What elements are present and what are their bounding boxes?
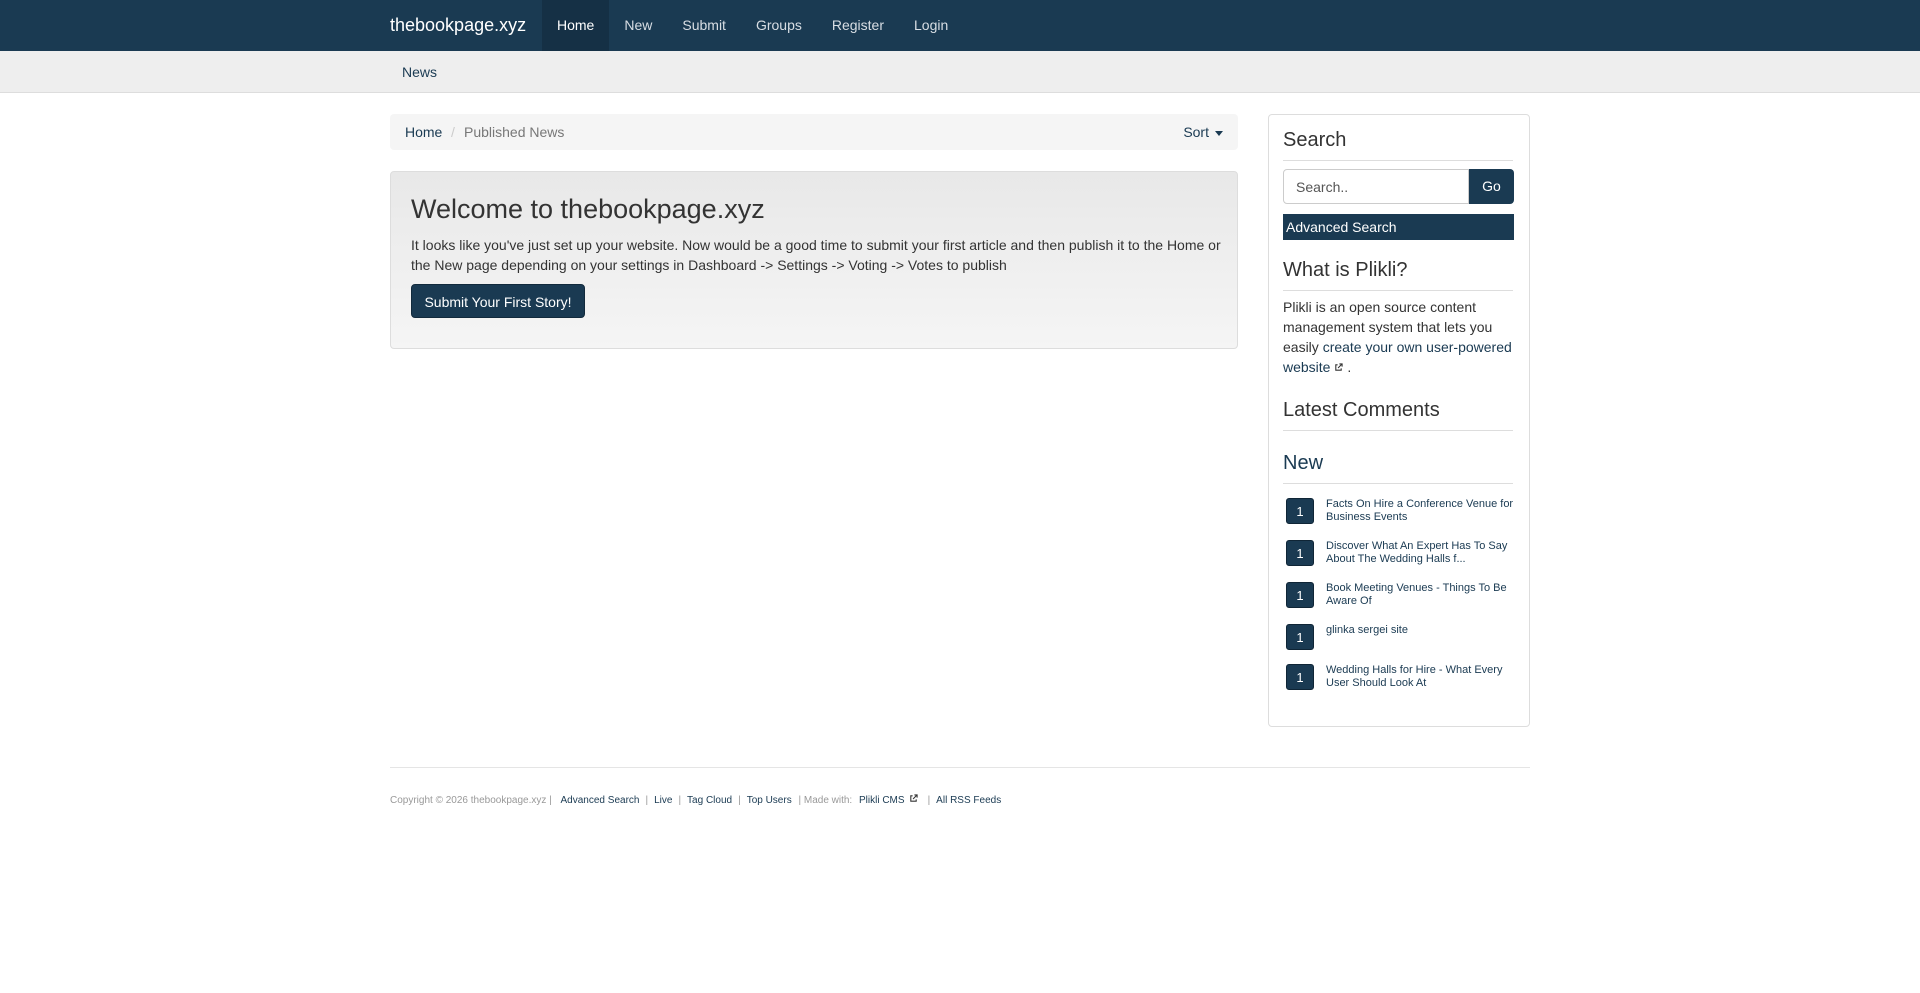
footer-top-users-link[interactable]: Top Users: [747, 795, 792, 806]
story-link[interactable]: Wedding Halls for Hire - What Every User…: [1326, 664, 1518, 690]
new-stories-list: 1 Facts On Hire a Conference Venue for B…: [1286, 498, 1516, 706]
sort-dropdown[interactable]: Sort: [1183, 114, 1223, 150]
footer-live-link[interactable]: Live: [654, 795, 672, 806]
footer-advanced-search-link[interactable]: Advanced Search: [561, 795, 640, 806]
footer: Copyright © 2026 thebookpage.xyz | Advan…: [390, 794, 1001, 806]
footer-copyright: Copyright © 2026 thebookpage.xyz |: [390, 795, 552, 806]
search-input[interactable]: [1283, 169, 1469, 204]
footer-divider: [390, 767, 1530, 768]
search-go-button[interactable]: Go: [1469, 169, 1514, 204]
breadcrumb-current: Published News: [464, 124, 565, 140]
top-navbar: thebookpage.xyz Home New Submit Groups R…: [0, 0, 1920, 51]
story-link[interactable]: Facts On Hire a Conference Venue for Bus…: [1326, 498, 1518, 524]
welcome-title: Welcome to thebookpage.xyz: [411, 194, 765, 224]
list-item: 1 Wedding Halls for Hire - What Every Us…: [1286, 664, 1516, 706]
list-item: 1 glinka sergei site: [1286, 624, 1516, 664]
footer-made-with: | Made with:: [798, 795, 853, 806]
vote-count-badge[interactable]: 1: [1286, 498, 1314, 524]
breadcrumb-separator: /: [451, 124, 455, 140]
vote-count-badge[interactable]: 1: [1286, 582, 1314, 608]
list-item: 1 Discover What An Expert Has To Say Abo…: [1286, 540, 1516, 582]
list-item: 1 Facts On Hire a Conference Venue for B…: [1286, 498, 1516, 540]
footer-plikli-cms-link[interactable]: Plikli CMS: [859, 795, 905, 806]
about-heading: What is Plikli?: [1283, 259, 1513, 291]
footer-rss-link[interactable]: All RSS Feeds: [936, 795, 1001, 806]
new-heading[interactable]: New: [1283, 452, 1513, 484]
submit-first-story-button[interactable]: Submit Your First Story!: [411, 284, 585, 318]
about-text: Plikli is an open source content managem…: [1283, 297, 1515, 377]
advanced-search-link[interactable]: Advanced Search: [1283, 214, 1514, 240]
story-link[interactable]: glinka sergei site: [1326, 624, 1518, 637]
nav-new[interactable]: New: [609, 0, 667, 51]
footer-separator: |: [738, 795, 741, 806]
breadcrumb-home[interactable]: Home: [405, 114, 442, 150]
latest-comments-heading: Latest Comments: [1283, 399, 1513, 431]
search-heading: Search: [1283, 129, 1513, 161]
nav-login[interactable]: Login: [899, 0, 963, 51]
site-brand[interactable]: thebookpage.xyz: [390, 0, 526, 51]
footer-tag-cloud-link[interactable]: Tag Cloud: [687, 795, 732, 806]
vote-count-badge[interactable]: 1: [1286, 624, 1314, 650]
sub-navbar: News: [0, 51, 1920, 93]
about-end: .: [1343, 359, 1352, 375]
footer-separator: |: [645, 795, 649, 806]
list-item: 1 Book Meeting Venues - Things To Be Awa…: [1286, 582, 1516, 624]
welcome-panel: Welcome to thebookpage.xyz It looks like…: [390, 171, 1238, 349]
footer-separator: |: [927, 795, 931, 806]
footer-separator: |: [678, 795, 682, 806]
welcome-text: It looks like you've just set up your we…: [411, 237, 1221, 273]
sidebar: Search Go Advanced Search What is Plikli…: [1268, 114, 1530, 727]
sort-label: Sort: [1183, 124, 1209, 140]
main-nav: Home New Submit Groups Register Login: [542, 0, 963, 51]
story-link[interactable]: Discover What An Expert Has To Say About…: [1326, 540, 1518, 566]
nav-register[interactable]: Register: [817, 0, 899, 51]
caret-down-icon: [1215, 130, 1223, 136]
story-link[interactable]: Book Meeting Venues - Things To Be Aware…: [1326, 582, 1518, 608]
vote-count-badge[interactable]: 1: [1286, 664, 1314, 690]
nav-submit[interactable]: Submit: [667, 0, 741, 51]
nav-groups[interactable]: Groups: [741, 0, 817, 51]
external-link-icon: [909, 794, 918, 802]
breadcrumb: Home / Published News Sort: [390, 114, 1238, 150]
subnav-news[interactable]: News: [402, 51, 437, 93]
nav-home[interactable]: Home: [542, 0, 610, 51]
vote-count-badge[interactable]: 1: [1286, 540, 1314, 566]
